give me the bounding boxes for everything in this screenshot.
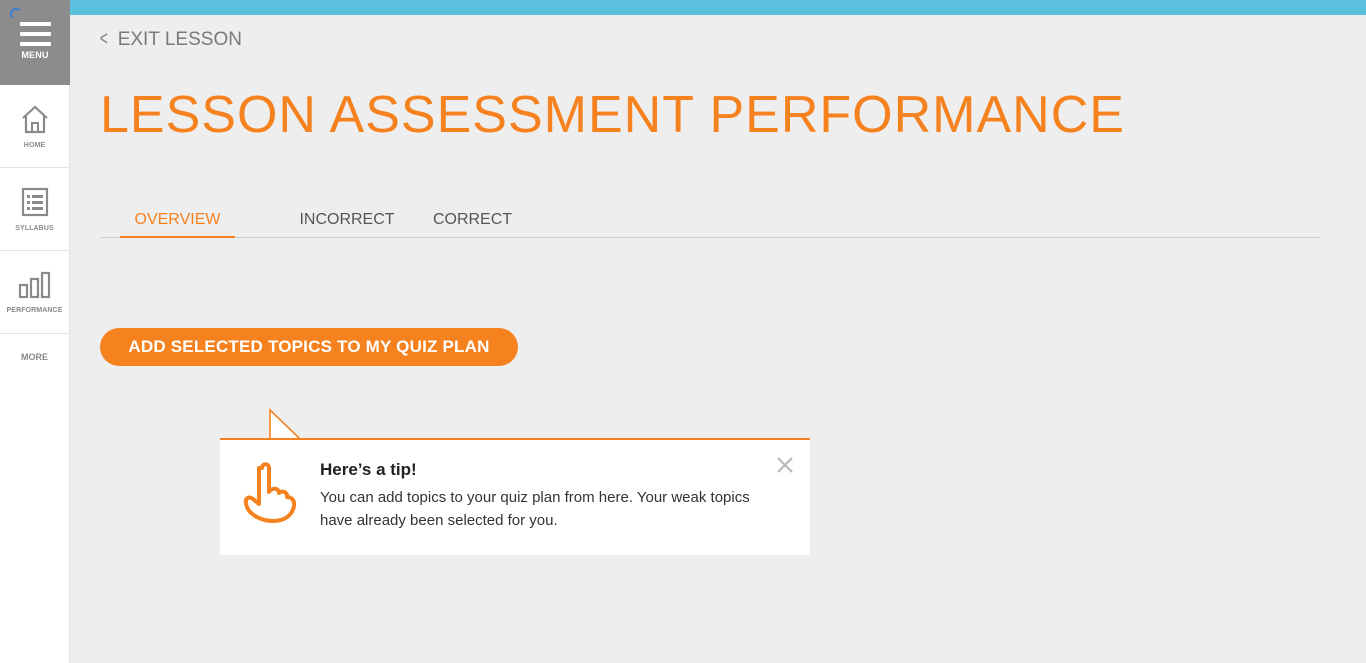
tip-popover: Here’s a tip! You can add topics to your… bbox=[220, 438, 810, 555]
add-topics-to-quiz-plan-button[interactable]: ADD SELECTED TOPICS TO MY QUIZ PLAN bbox=[100, 328, 518, 366]
home-icon bbox=[21, 105, 48, 133]
sidebar-item-home[interactable]: HOME bbox=[0, 85, 69, 168]
tab-bar: OVERVIEW INCORRECT CORRECT bbox=[100, 208, 1321, 238]
bar-chart-icon bbox=[18, 271, 50, 298]
sidebar-item-label: SYLLABUS bbox=[15, 224, 54, 232]
tip-pointer bbox=[220, 408, 310, 440]
tip-body: You can add topics to your quiz plan fro… bbox=[320, 489, 750, 529]
menu-button[interactable]: MENU bbox=[0, 0, 70, 85]
sidebar: MENU HOME SYLLABUS PERFORMANCE MORE bbox=[0, 0, 70, 663]
close-icon[interactable] bbox=[774, 454, 796, 476]
tab-overview[interactable]: OVERVIEW bbox=[120, 208, 235, 238]
tab-correct[interactable]: CORRECT bbox=[410, 208, 535, 238]
hamburger-icon bbox=[19, 22, 51, 52]
sidebar-item-performance[interactable]: PERFORMANCE bbox=[0, 251, 69, 334]
main-content: < EXIT LESSON LESSON ASSESSMENT PERFORMA… bbox=[70, 15, 1366, 663]
menu-label: MENU bbox=[21, 50, 49, 60]
top-accent-bar bbox=[0, 0, 1366, 15]
loading-spinner-icon bbox=[10, 8, 22, 20]
sidebar-item-syllabus[interactable]: SYLLABUS bbox=[0, 168, 69, 251]
page-title: LESSON ASSESSMENT PERFORMANCE bbox=[100, 86, 1125, 144]
chevron-left-icon: < bbox=[99, 28, 108, 50]
list-icon bbox=[21, 187, 48, 216]
exit-lesson-label: EXIT LESSON bbox=[117, 28, 242, 50]
sidebar-item-label: PERFORMANCE bbox=[6, 306, 63, 314]
sidebar-more[interactable]: MORE bbox=[0, 334, 69, 379]
tip-title: Here’s a tip! bbox=[320, 460, 417, 479]
pointing-hand-icon bbox=[243, 462, 297, 523]
exit-lesson-link[interactable]: < EXIT LESSON bbox=[98, 28, 242, 51]
sidebar-item-label: HOME bbox=[23, 141, 46, 149]
tab-incorrect[interactable]: INCORRECT bbox=[268, 208, 426, 238]
